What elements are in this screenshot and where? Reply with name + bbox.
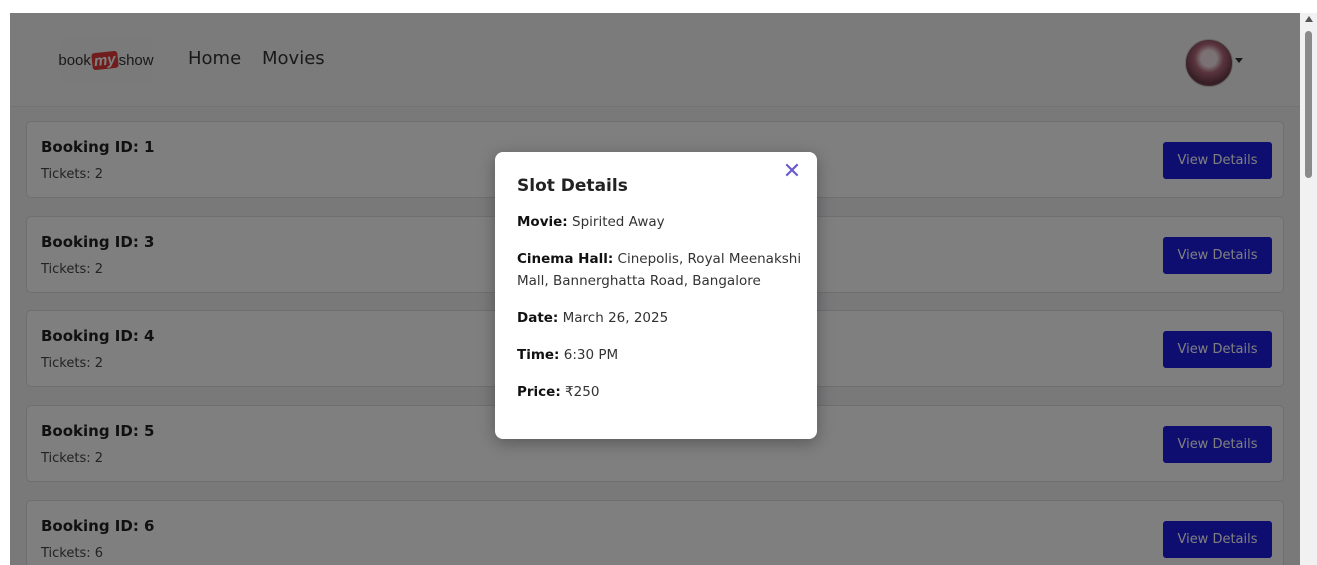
detail-value: Spirited Away: [572, 214, 665, 230]
detail-cinema-hall: Cinema Hall: Cinepolis, Royal Meenakshi …: [517, 248, 802, 292]
vertical-scrollbar[interactable]: [1300, 13, 1317, 565]
detail-value: ₹250: [565, 384, 600, 400]
detail-time: Time: 6:30 PM: [517, 344, 802, 366]
detail-date: Date: March 26, 2025: [517, 307, 802, 329]
detail-value: March 26, 2025: [562, 310, 669, 326]
slot-details-modal: Slot Details ✕ Movie: Spirited Away Cine…: [495, 152, 817, 439]
detail-label: Time:: [517, 347, 560, 363]
app-viewport: book my show Home Movies Booking ID: 1 T…: [10, 13, 1300, 565]
detail-value: 6:30 PM: [563, 347, 619, 363]
detail-label: Movie:: [517, 214, 568, 230]
detail-label: Date:: [517, 310, 559, 326]
detail-label: Price:: [517, 384, 561, 400]
close-icon[interactable]: ✕: [780, 160, 804, 184]
chevron-up-icon[interactable]: [1305, 16, 1313, 22]
modal-title: Slot Details: [517, 176, 628, 196]
detail-price: Price: ₹250: [517, 381, 802, 403]
scroll-thumb[interactable]: [1305, 31, 1312, 178]
detail-movie: Movie: Spirited Away: [517, 211, 802, 233]
detail-label: Cinema Hall:: [517, 251, 614, 267]
